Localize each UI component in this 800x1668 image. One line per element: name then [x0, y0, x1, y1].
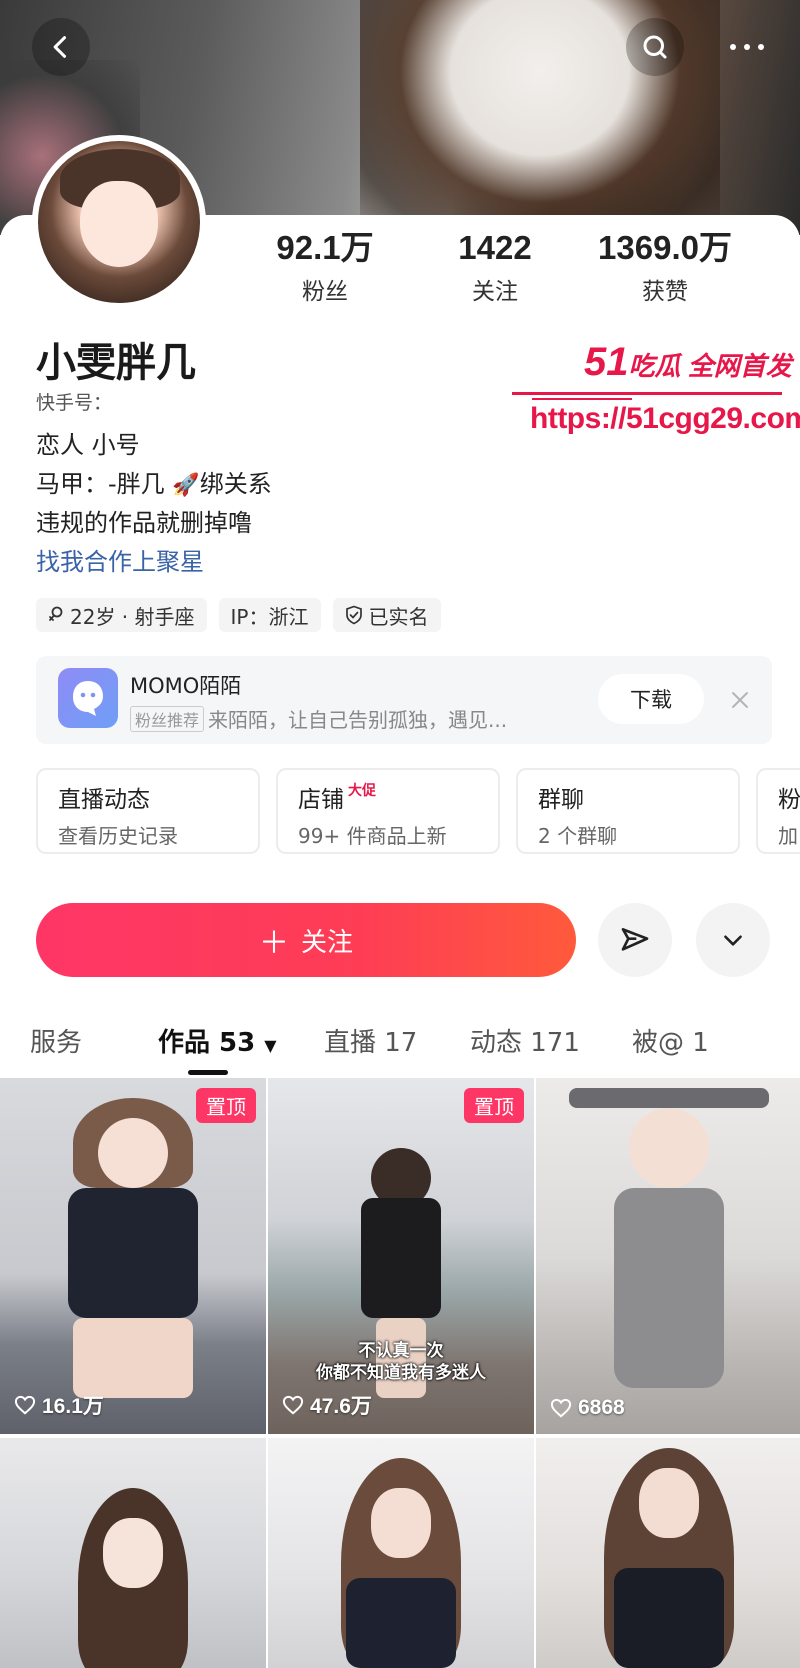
close-icon [732, 692, 748, 708]
followers-label: 粉丝 [302, 279, 348, 305]
plus-icon: ＋ [258, 926, 289, 961]
gender-female-icon [49, 606, 63, 621]
chevron-left-icon [53, 36, 67, 58]
ad-close-button[interactable] [720, 680, 760, 720]
more-button[interactable] [718, 18, 776, 76]
pinned-badge: 置顶 [464, 1088, 524, 1123]
caret-down-icon: ▼ [264, 1036, 277, 1055]
momo-logo-icon [58, 668, 118, 728]
feature-cards: 直播动态 查看历史记录 店铺 大促 99+ 件商品上新 群聊 2 个群聊 粉 加 [36, 768, 800, 854]
video-caption: 你都不知道我有多迷人 [316, 1363, 486, 1383]
tab-works[interactable]: 作品 53 ▼ [158, 1022, 277, 1059]
video-thumbnail[interactable] [0, 1438, 266, 1668]
watermark-brand: 51吃瓜 全网首发 [584, 340, 792, 384]
like-count: 6868 [550, 1396, 625, 1420]
bio-line: 恋人 小号 [36, 431, 140, 459]
send-message-button[interactable] [598, 903, 672, 977]
avatar[interactable] [32, 135, 206, 309]
back-button[interactable] [32, 18, 90, 76]
promo-badge: 大促 [348, 783, 376, 799]
like-count: 16.1万 [14, 1390, 104, 1420]
video-grid: 置顶 16.1万 置顶 不认真一次 你都不知道我有多迷人 47.6万 6868 [0, 1078, 800, 1668]
tab-mentions[interactable]: 被@ 1 [632, 1022, 709, 1059]
video-thumbnail[interactable]: 置顶 16.1万 [0, 1078, 266, 1434]
profile-stats: 92.1万 粉丝 1422 关注 1369.0万 获赞 [240, 228, 780, 308]
following-count: 1422 [458, 229, 532, 266]
feature-live-history[interactable]: 直播动态 查看历史记录 [36, 768, 260, 854]
ad-title: MOMO陌陌 [130, 674, 242, 698]
video-thumbnail[interactable] [536, 1438, 800, 1668]
kuaishou-id[interactable]: 快手号： [36, 388, 112, 415]
watermark-url: https://51cgg29.com [530, 402, 800, 435]
tag-age: 22岁 · 射手座 [36, 598, 207, 632]
video-thumbnail[interactable]: 6868 [536, 1078, 800, 1434]
follow-label: 关注 [300, 927, 353, 958]
likes-count: 1369.0万 [598, 229, 732, 266]
profile-bio: 恋人 小号 马甲：-胖几 🚀绑关系 违规的作品就删掉噜 找我合作上聚星 [36, 426, 272, 582]
bio-line: 马甲：-胖几 🚀绑关系 [36, 465, 272, 504]
paper-plane-icon [621, 928, 649, 951]
ad-text: 来陌陌，让自己告别孤独，遇见... [208, 708, 508, 732]
watermark: 51吃瓜 全网首发 https://51cgg29.com [512, 340, 800, 440]
following-label: 关注 [472, 279, 518, 305]
follow-button[interactable]: ＋ 关注 [36, 903, 576, 977]
like-count: 47.6万 [282, 1390, 372, 1420]
ad-badge: 粉丝推荐 [130, 705, 205, 732]
bio-collab-link[interactable]: 找我合作上聚星 [36, 543, 272, 582]
followers-count: 92.1万 [276, 229, 374, 266]
profile-name: 小雯胖几 [36, 340, 196, 386]
tag-verified: 已实名 [332, 598, 441, 632]
tab-live[interactable]: 直播 17 [324, 1022, 417, 1059]
download-button[interactable]: 下载 [598, 674, 704, 724]
heart-icon [282, 1395, 304, 1415]
profile-tags: 22岁 · 射手座 IP：浙江 已实名 [36, 598, 441, 632]
feature-group-chat[interactable]: 群聊 2 个群聊 [516, 768, 740, 854]
bio-line: 违规的作品就删掉噜 [36, 509, 252, 537]
active-tab-indicator [188, 1070, 228, 1075]
heart-icon [550, 1398, 572, 1418]
tab-moments[interactable]: 动态 171 [470, 1022, 580, 1059]
more-options-button[interactable] [696, 903, 770, 977]
chevron-down-icon [724, 935, 742, 946]
feature-shop[interactable]: 店铺 大促 99+ 件商品上新 [276, 768, 500, 854]
search-button[interactable] [626, 18, 684, 76]
rocket-icon: 🚀 [172, 473, 200, 498]
ad-subtitle: 粉丝推荐 来陌陌，让自己告别孤独，遇见... [130, 704, 507, 733]
tab-services[interactable]: 服务 [30, 1022, 82, 1059]
video-caption: 不认真一次 [358, 1341, 444, 1361]
stat-followers[interactable]: 92.1万 粉丝 [240, 228, 410, 306]
stat-likes[interactable]: 1369.0万 获赞 [580, 228, 750, 306]
video-thumbnail[interactable] [268, 1438, 534, 1668]
tag-ip-location: IP：浙江 [218, 598, 321, 632]
search-icon [643, 35, 667, 59]
more-horizontal-icon [730, 44, 764, 50]
content-tabs: 服务 作品 53 ▼ 直播 17 动态 171 被@ 1 [0, 1016, 800, 1076]
pinned-badge: 置顶 [196, 1088, 256, 1123]
ad-banner[interactable]: MOMO陌陌 粉丝推荐 来陌陌，让自己告别孤独，遇见... 下载 [36, 656, 772, 744]
bio-alt-account: 马甲：-胖几 [36, 470, 173, 498]
likes-label: 获赞 [642, 279, 688, 305]
bio-bind-text: 绑关系 [199, 470, 272, 498]
heart-icon [14, 1395, 36, 1415]
feature-fans[interactable]: 粉 加 [756, 768, 800, 854]
stat-following[interactable]: 1422 关注 [410, 228, 580, 306]
video-thumbnail[interactable]: 置顶 不认真一次 你都不知道我有多迷人 47.6万 [268, 1078, 534, 1434]
verified-shield-icon [345, 605, 362, 625]
